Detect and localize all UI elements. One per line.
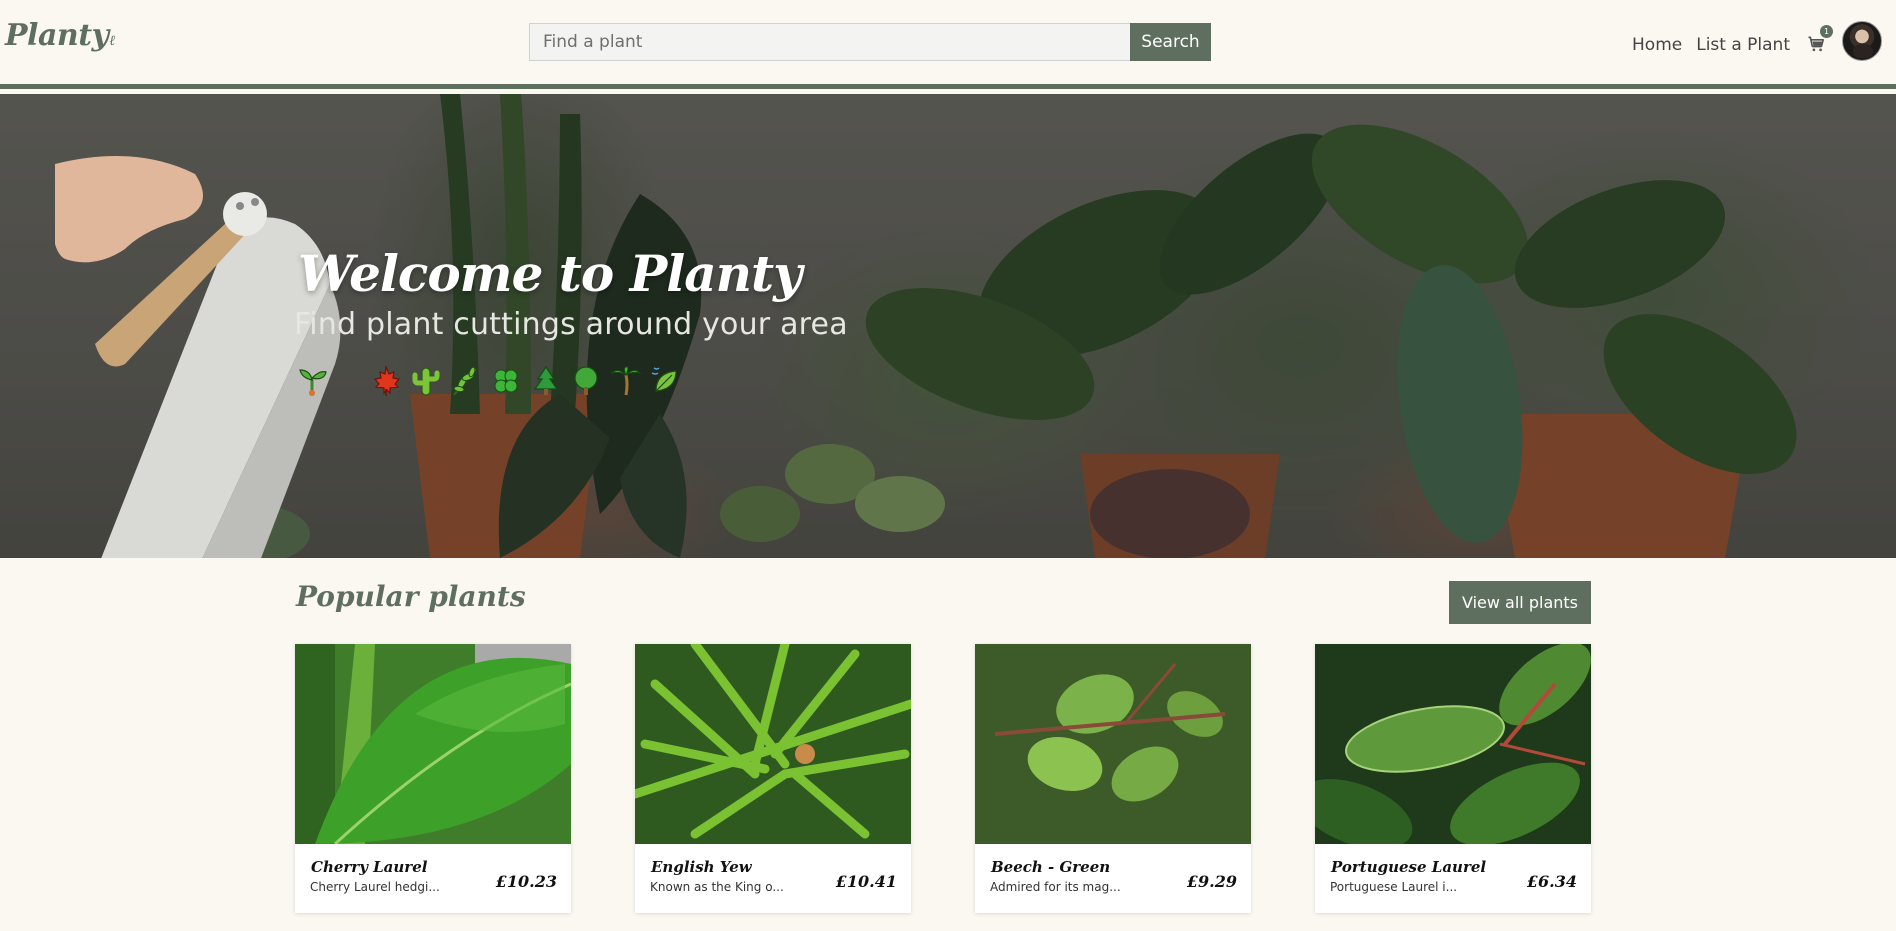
leaf-icon: ℓ [109, 33, 116, 49]
cart-button[interactable]: 1 [1806, 25, 1833, 56]
herb-emoji [453, 366, 477, 396]
search-input[interactable] [529, 23, 1130, 61]
plant-image [295, 644, 571, 844]
cactus-emoji [412, 367, 440, 396]
hero-subtitle: Find plant cuttings around your area [294, 307, 848, 342]
popular-plants-title: Popular plants [296, 580, 526, 613]
plant-price: £9.29 [1186, 872, 1237, 891]
watering-can-image [55, 156, 341, 558]
plant-card[interactable]: Cherry Laurel Cherry Laurel hedgi... £10… [295, 644, 571, 913]
plant-name: Portuguese Laurel [1331, 858, 1487, 876]
plant-price: £6.34 [1526, 872, 1577, 891]
palm-tree-emoji [610, 366, 642, 396]
plant-description: Cherry Laurel hedgi... [310, 880, 440, 894]
plant-description: Known as the King o... [650, 880, 784, 894]
nav-home-link[interactable]: Home [1632, 35, 1682, 55]
navbar: Plantyℓ Search Home List a Plant 1 [0, 0, 1896, 89]
plant-price: £10.41 [835, 872, 897, 891]
user-avatar[interactable] [1842, 21, 1882, 61]
search-form: Search [529, 23, 1211, 61]
brand-text: Planty [5, 18, 109, 53]
plant-price: £10.23 [495, 872, 557, 891]
deciduous-tree-emoji [574, 366, 598, 395]
plant-name: English Yew [651, 858, 752, 876]
plant-image [635, 644, 911, 844]
plant-card[interactable]: English Yew Known as the King o... £10.4… [635, 644, 911, 913]
hero-title: Welcome to Planty [298, 244, 802, 303]
plant-image [975, 644, 1251, 844]
plant-card[interactable]: Beech - Green Admired for its mag... £9.… [975, 644, 1251, 913]
seedling-emoji [299, 369, 327, 396]
brand-logo[interactable]: Plantyℓ [5, 18, 116, 53]
plant-description: Admired for its mag... [990, 880, 1121, 894]
search-button[interactable]: Search [1130, 23, 1211, 61]
hero-banner: Welcome to Planty Find plant cuttings ar… [0, 94, 1896, 558]
plant-description: Portuguese Laurel i... [1330, 880, 1458, 894]
leaf-fluttering-emoji [651, 367, 677, 392]
plant-name: Beech - Green [991, 858, 1111, 876]
four-leaf-clover-emoji [494, 369, 518, 393]
view-all-plants-button[interactable]: View all plants [1449, 581, 1591, 624]
plant-card[interactable]: Portuguese Laurel Portuguese Laurel i...… [1315, 644, 1591, 913]
evergreen-tree-emoji [533, 365, 559, 395]
plant-image [1315, 644, 1591, 844]
maple-leaf-emoji [373, 365, 401, 396]
plant-emoji-row [296, 365, 690, 397]
nav-list-plant-link[interactable]: List a Plant [1696, 35, 1790, 55]
nav-links: Home List a Plant 1 [1632, 21, 1896, 61]
cart-count-badge: 1 [1820, 25, 1833, 38]
plant-name: Cherry Laurel [311, 858, 428, 876]
